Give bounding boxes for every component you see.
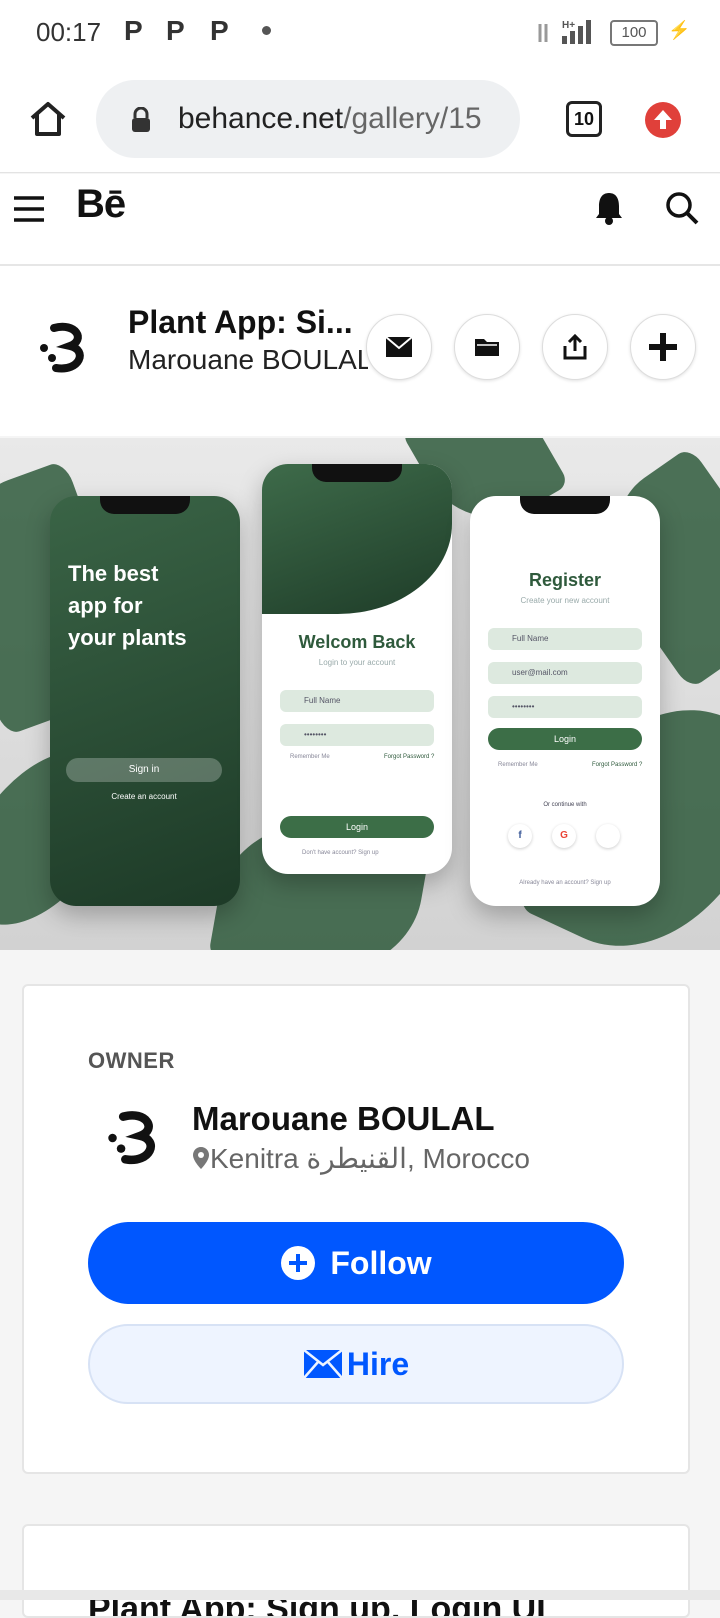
hire-label: Hire	[346, 1345, 410, 1382]
owner-location: Kenitra القنيطرة, Morocco	[192, 1142, 530, 1175]
envelope-icon	[385, 336, 413, 357]
owner-label: OWNER	[88, 1048, 175, 1073]
notification-dot-icon	[262, 26, 271, 35]
mockup-register-name: Full Name	[488, 628, 642, 650]
plus-icon	[649, 333, 677, 361]
notification-p-icon: P	[210, 15, 229, 46]
address-bar[interactable]: behance.net/gallery/15	[96, 80, 520, 158]
owner-name[interactable]: Marouane BOULAL	[192, 1100, 495, 1138]
mockup-register-subtitle: Create your new account	[520, 596, 610, 605]
lock-icon	[132, 107, 150, 132]
status-bar: 00:17 P P P H+ 100 ⚡	[0, 0, 720, 64]
owner-avatar[interactable]	[104, 1106, 168, 1170]
plus-circle-icon	[281, 1246, 316, 1280]
update-icon[interactable]	[645, 102, 681, 138]
svg-text:H+: H+	[562, 20, 575, 31]
behance-navbar: Bē	[0, 174, 720, 266]
envelope-icon	[302, 1349, 343, 1379]
signal-icon: H+	[538, 20, 591, 44]
share-icon	[563, 333, 587, 360]
tab-switcher-button[interactable]: 10	[566, 101, 602, 137]
phone-mockup-welcome: The best app for your plants Sign in Cre…	[50, 496, 240, 906]
mockup-register-password: ••••••••	[488, 696, 642, 718]
mockup-already-account: Already have an account? Sign up	[519, 880, 611, 886]
behance-logo[interactable]: Bē	[76, 182, 126, 227]
search-icon[interactable]	[664, 190, 700, 226]
mockup-login-title: Welcom Back	[298, 632, 416, 652]
message-button[interactable]	[366, 314, 432, 380]
mockup-forgot: Forgot Password ?	[384, 754, 435, 760]
owner-location-text: Kenitra القنيطرة, Morocco	[210, 1143, 530, 1174]
bottom-edge	[0, 1590, 720, 1600]
apple-icon	[596, 824, 620, 848]
mockup-signin-button: Sign in	[66, 758, 222, 782]
project-details-card: Plant App: Sign up, Login UI	[22, 1524, 690, 1618]
hamburger-menu-icon[interactable]	[12, 194, 46, 224]
charging-icon: ⚡	[668, 20, 691, 40]
mockup-register-login: Login	[488, 728, 642, 750]
mockup-register-email: user@mail.com	[488, 662, 642, 684]
phone-mockup-login: Welcom Back Login to your account Full N…	[262, 464, 452, 874]
bell-icon[interactable]	[594, 190, 624, 226]
project-owner-name[interactable]: Marouane BOULAL	[128, 344, 368, 376]
mockup-login-button: Login	[280, 816, 434, 838]
mockup-continue-with: Or continue with	[543, 802, 587, 808]
add-button[interactable]	[630, 314, 696, 380]
mockup-password-field: ••••••••	[280, 724, 434, 746]
url-path: /gallery/15	[343, 102, 482, 135]
hire-button[interactable]: Hire	[88, 1324, 624, 1404]
arrow-up-icon	[654, 110, 672, 129]
folder-icon	[475, 339, 499, 356]
location-pin-icon	[193, 1147, 209, 1169]
follow-label: Follow	[330, 1244, 432, 1281]
project-header: Plant App: Si... Marouane BOULAL	[0, 266, 720, 436]
mockup-register-forgot: Forgot Password ?	[592, 762, 643, 768]
notification-p-icon: P	[124, 15, 143, 46]
project-title[interactable]: Plant App: Si...	[128, 304, 368, 341]
url-domain: behance.net	[178, 102, 344, 135]
mockup-register-remember: Remember Me	[498, 762, 538, 768]
url-text: behance.net/gallery/15	[178, 102, 508, 136]
notification-p-icon: P	[166, 15, 185, 46]
welcome-headline: The best app for your plants	[68, 561, 187, 650]
owner-avatar[interactable]	[36, 318, 96, 378]
mockup-register-title: Register	[528, 570, 602, 590]
owner-card: OWNER Marouane BOULAL Kenitra القنيطرة, …	[22, 984, 690, 1474]
phone-mockup-register: Register Create your new account Full Na…	[470, 496, 660, 906]
facebook-icon: f	[508, 824, 532, 848]
browser-toolbar: behance.net/gallery/15 10	[0, 64, 720, 173]
mockup-name-field: Full Name	[280, 690, 434, 712]
status-time: 00:17	[36, 17, 102, 47]
mockup-signup-link: Don't have account? Sign up	[302, 850, 379, 856]
mockup-login-subtitle: Login to your account	[318, 658, 396, 667]
mockup-create-account: Create an account	[111, 792, 177, 801]
home-icon[interactable]	[26, 96, 70, 140]
mockup-remember: Remember Me	[290, 754, 330, 760]
google-icon: G	[552, 824, 576, 848]
share-button[interactable]	[542, 314, 608, 380]
save-to-collection-button[interactable]	[454, 314, 520, 380]
project-cover-image[interactable]: The best app for your plants Sign in Cre…	[0, 438, 720, 950]
battery-icon: 100	[610, 20, 658, 46]
follow-button[interactable]: Follow	[88, 1222, 624, 1304]
